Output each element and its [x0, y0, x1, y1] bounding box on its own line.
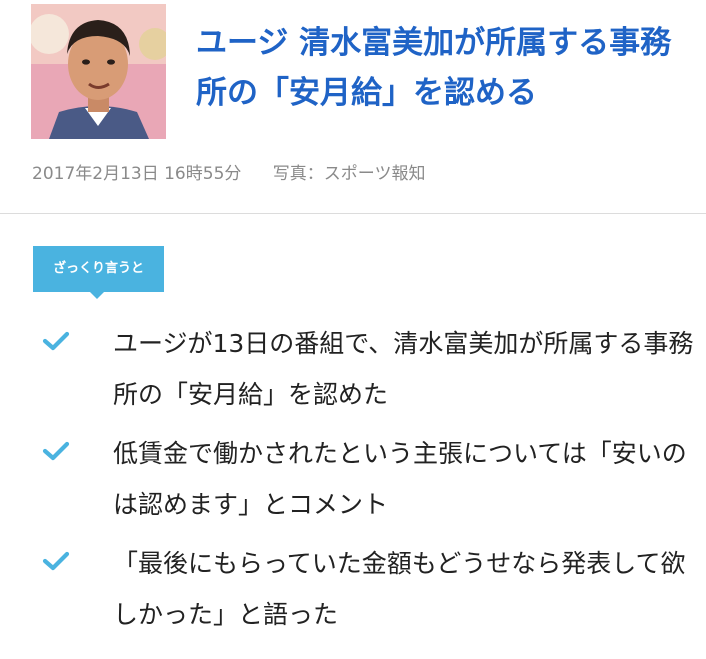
summary-item-text: 「最後にもらっていた金額もどうせなら発表して欲しかった」と語った [113, 549, 686, 629]
publish-date: 2017年2月13日 16時55分 [32, 164, 242, 184]
article-meta: 2017年2月13日 16時55分 写真：スポーツ報知 [32, 159, 425, 184]
photo-credit: 写真：スポーツ報知 [272, 164, 426, 184]
summary-item-text: ユージが13日の番組で、清水富美加が所属する事務所の「安月給」を認めた [113, 329, 694, 409]
summary-badge: ざっくり言うと [33, 246, 164, 299]
header-divider [0, 213, 706, 214]
summary-item-text: 低賃金で働かされたという主張については「安いのは認めます」とコメント [113, 439, 687, 519]
portrait-image [31, 4, 166, 139]
article-thumbnail[interactable] [31, 4, 166, 139]
article-headline[interactable]: ユージ 清水富美加が所属する事務所の「安月給」を認める [196, 18, 702, 118]
article-header: ユージ 清水富美加が所属する事務所の「安月給」を認める 2017年2月13日 1… [0, 0, 706, 214]
checkmark-icon [42, 440, 70, 462]
checkmark-icon [42, 550, 70, 572]
checkmark-icon [42, 330, 70, 352]
